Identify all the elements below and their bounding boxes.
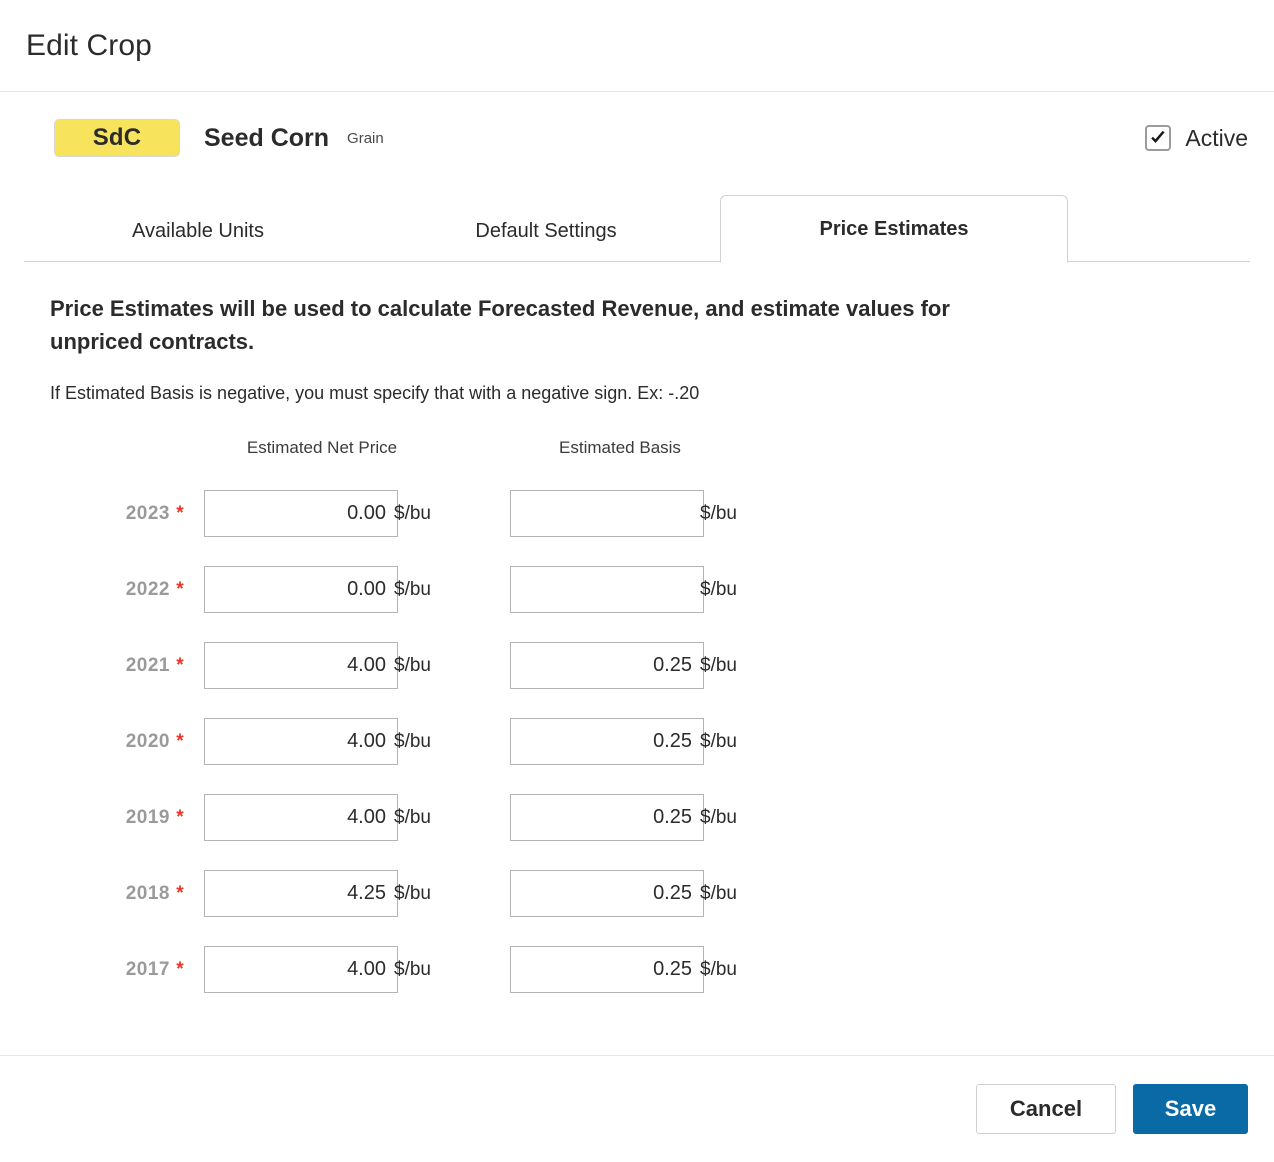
basis-cell [492, 704, 704, 780]
net-price-input[interactable] [204, 718, 398, 766]
column-header-net-price: Estimated Net Price [246, 437, 398, 457]
row-gap [458, 704, 492, 780]
basis-input[interactable] [510, 794, 704, 842]
table-row [186, 780, 398, 856]
basis-unit: $/bu [700, 882, 737, 904]
table-row [186, 704, 398, 780]
checkmark-icon [1151, 130, 1166, 143]
page-title: Edit Crop [26, 28, 152, 62]
year-label: 2019 [125, 806, 170, 828]
panel-lead-text: Price Estimates will be used to calculat… [50, 296, 950, 355]
year-label: 2022 [125, 578, 170, 600]
crop-type-label: Grain [347, 129, 384, 147]
basis-unit: $/bu [700, 654, 737, 676]
year-label: 2020 [125, 730, 170, 752]
table-row [186, 476, 398, 552]
dialog-titlebar: Edit Crop [0, 0, 1274, 92]
basis-unit: $/bu [700, 502, 737, 524]
net-price-unit: $/bu [394, 502, 431, 524]
net-price-unit: $/bu [394, 882, 431, 904]
basis-unit: $/bu [700, 806, 737, 828]
active-checkbox[interactable] [1145, 125, 1172, 151]
required-asterisk: * [176, 806, 184, 828]
net-price-input[interactable] [204, 642, 398, 690]
net-price-unit: $/bu [394, 654, 431, 676]
dialog-footer: Cancel Save [0, 1055, 1274, 1162]
row-gap [458, 628, 492, 704]
basis-unit: $/bu [700, 958, 737, 980]
net-price-input[interactable] [204, 490, 398, 538]
panel-subnote-text: If Estimated Basis is negative, you must… [50, 382, 700, 403]
row-gap [458, 780, 492, 856]
row-gap [458, 552, 492, 628]
basis-cell [492, 476, 704, 552]
table-row [186, 628, 398, 704]
table-row [186, 552, 398, 628]
basis-input[interactable] [510, 566, 704, 614]
table-row [186, 932, 398, 1008]
net-price-unit: $/bu [394, 730, 431, 752]
basis-cell [492, 932, 704, 1008]
crop-name: Seed Corn [204, 123, 330, 152]
net-price-input[interactable] [204, 946, 398, 994]
basis-cell [492, 628, 704, 704]
net-price-input[interactable] [204, 870, 398, 918]
active-label: Active [1185, 124, 1248, 151]
price-estimates-grid: Estimated Net Price Estimated Basis 2023… [50, 438, 1248, 1008]
required-asterisk: * [176, 502, 184, 524]
year-label: 2023 [125, 502, 170, 524]
tab-bar: Available Units Default Settings Price E… [24, 192, 1250, 263]
year-label: 2018 [125, 882, 170, 904]
basis-cell [492, 552, 704, 628]
year-label: 2017 [125, 958, 170, 980]
basis-input[interactable] [510, 946, 704, 994]
row-gap [458, 476, 492, 552]
row-gap [458, 856, 492, 932]
required-asterisk: * [176, 882, 184, 904]
active-toggle-group[interactable]: Active [1145, 125, 1248, 152]
tab-default-settings[interactable]: Default Settings [372, 200, 720, 262]
required-asterisk: * [176, 958, 184, 980]
crop-abbreviation-badge: SdC [54, 119, 180, 157]
row-gap [458, 932, 492, 1008]
basis-cell [492, 856, 704, 932]
net-price-unit: $/bu [394, 806, 431, 828]
crop-header: SdC Seed Corn Grain Active [0, 92, 1274, 184]
basis-input[interactable] [510, 490, 704, 538]
save-button[interactable]: Save [1133, 1084, 1248, 1134]
basis-unit: $/bu [700, 730, 737, 752]
basis-cell [492, 780, 704, 856]
net-price-unit: $/bu [394, 578, 431, 600]
net-price-unit: $/bu [394, 958, 431, 980]
tab-price-estimates[interactable]: Price Estimates [720, 195, 1068, 263]
required-asterisk: * [176, 654, 184, 676]
required-asterisk: * [176, 578, 184, 600]
net-price-input[interactable] [204, 794, 398, 842]
tab-available-units[interactable]: Available Units [24, 200, 372, 262]
table-row [186, 856, 398, 932]
basis-unit: $/bu [700, 578, 737, 600]
required-asterisk: * [176, 730, 184, 752]
basis-input[interactable] [510, 642, 704, 690]
column-header-basis: Estimated Basis [559, 437, 681, 457]
basis-input[interactable] [510, 718, 704, 766]
year-label: 2021 [125, 654, 170, 676]
net-price-input[interactable] [204, 566, 398, 614]
cancel-button[interactable]: Cancel [976, 1084, 1116, 1134]
basis-input[interactable] [510, 870, 704, 918]
price-estimates-panel: Price Estimates will be used to calculat… [0, 262, 1274, 1008]
